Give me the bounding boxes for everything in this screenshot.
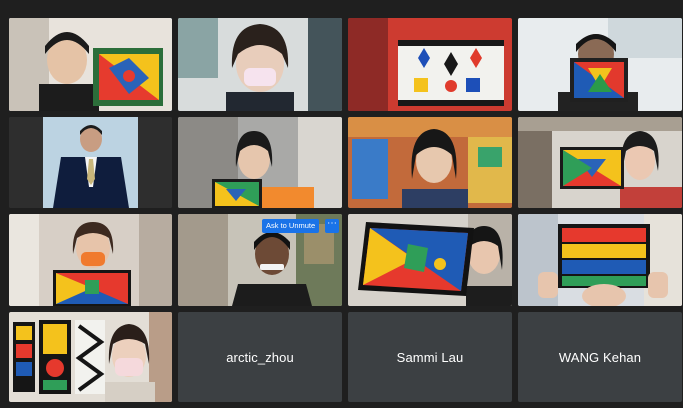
participant-tile-11[interactable] xyxy=(348,214,512,306)
video-feed-icon xyxy=(348,18,512,111)
video-grid: Ask to Unmute ⋯ arctic_zhou Sammi Lau WA… xyxy=(0,0,683,408)
participant-tile-7[interactable] xyxy=(348,117,512,208)
ask-to-unmute-button[interactable]: Ask to Unmute xyxy=(262,219,320,233)
video-feed-icon xyxy=(9,117,172,208)
participant-tile-12[interactable] xyxy=(518,214,682,306)
video-feed-icon xyxy=(518,117,682,208)
video-feed-icon xyxy=(348,214,512,306)
participant-tile-5[interactable] xyxy=(9,117,172,208)
participant-tile-13[interactable] xyxy=(9,312,172,402)
participant-tile-2[interactable] xyxy=(178,18,342,111)
video-feed-icon xyxy=(348,117,512,208)
participant-name: Sammi Lau xyxy=(396,349,464,365)
participant-tile-8[interactable] xyxy=(518,117,682,208)
participant-name: WANG Kehan xyxy=(558,349,642,365)
video-feed-icon xyxy=(178,18,342,111)
video-feed-icon xyxy=(9,312,172,402)
video-feed-icon xyxy=(9,18,172,111)
participant-name: arctic_zhou xyxy=(226,349,294,365)
participant-tile-3[interactable] xyxy=(348,18,512,111)
participant-tile-14[interactable]: arctic_zhou xyxy=(178,312,342,402)
video-feed-icon xyxy=(518,214,682,306)
video-feed-icon xyxy=(518,18,682,111)
video-feed-icon xyxy=(9,214,172,306)
participant-tile-6[interactable] xyxy=(178,117,342,208)
participant-tile-16[interactable]: WANG Kehan xyxy=(518,312,682,402)
participant-tile-1[interactable] xyxy=(9,18,172,111)
video-feed-icon xyxy=(178,117,342,208)
more-options-icon[interactable]: ⋯ xyxy=(325,219,339,233)
participant-tile-9[interactable] xyxy=(9,214,172,306)
participant-tile-15[interactable]: Sammi Lau xyxy=(348,312,512,402)
participant-tile-4[interactable] xyxy=(518,18,682,111)
participant-tile-10[interactable]: Ask to Unmute ⋯ xyxy=(178,214,342,306)
